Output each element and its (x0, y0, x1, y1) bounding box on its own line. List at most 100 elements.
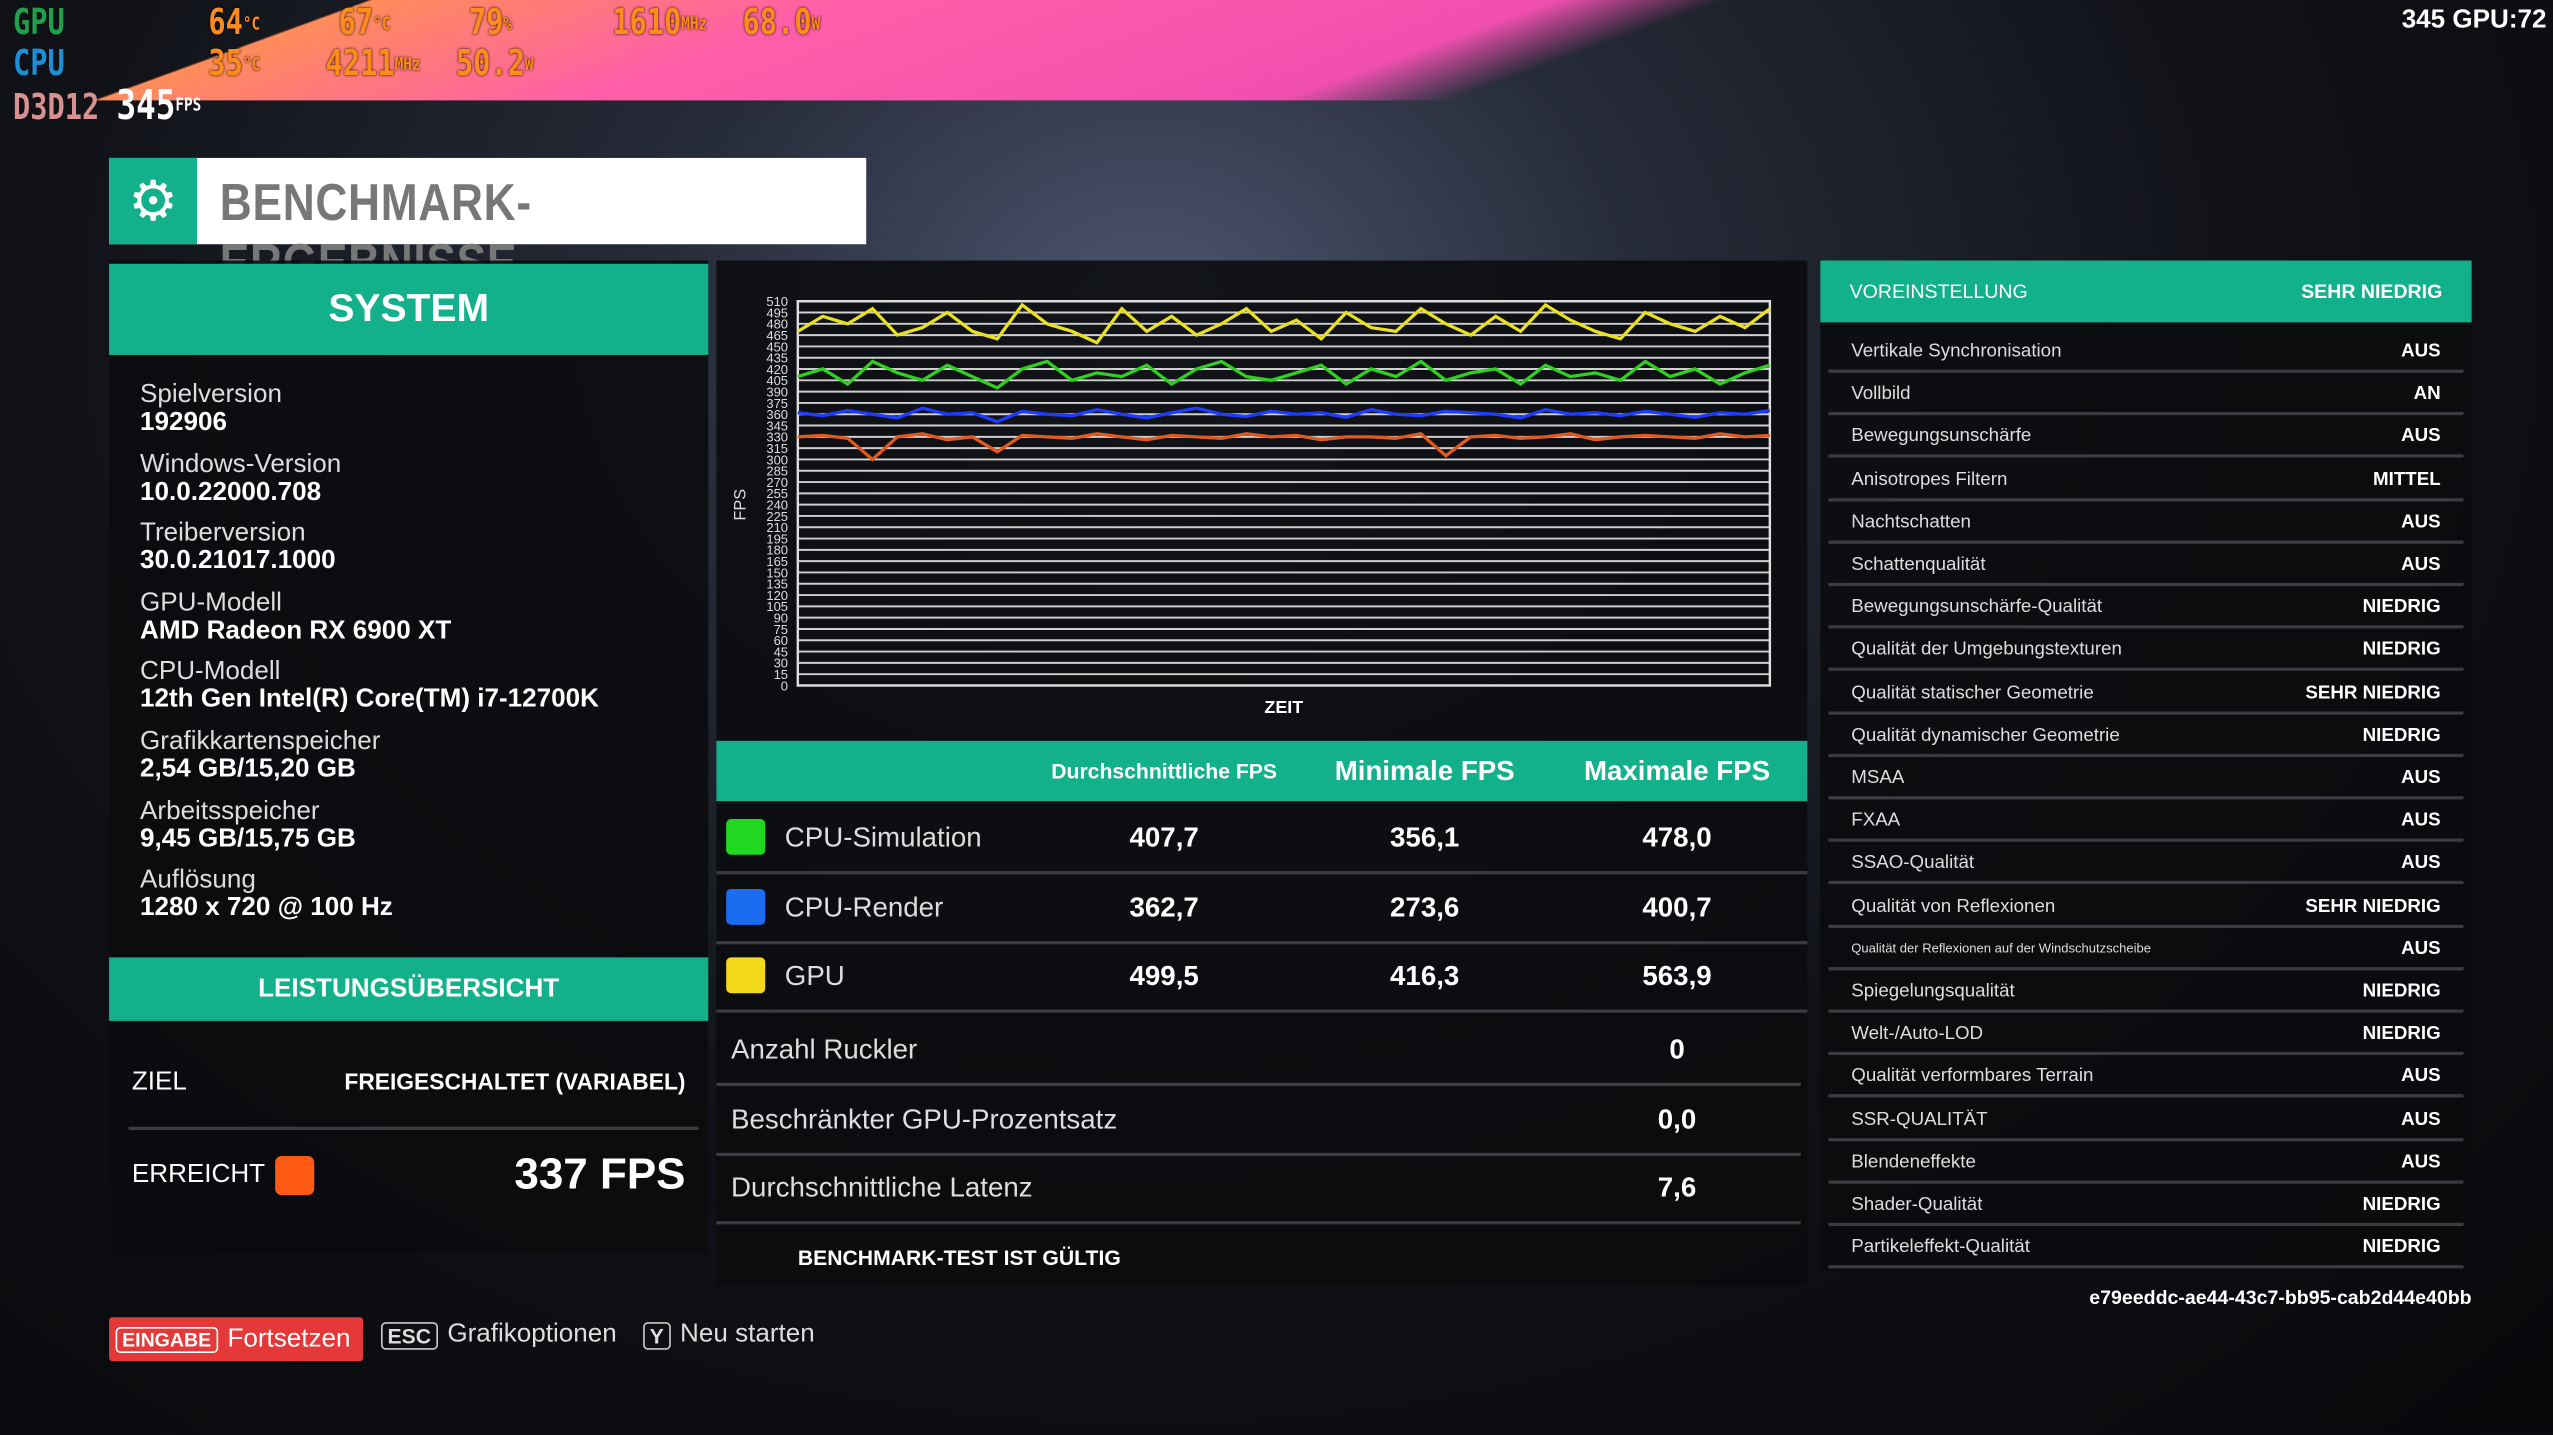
stat-value: 0,0 (1657, 1103, 1697, 1135)
row-max-fps: 478,0 (1642, 822, 1712, 854)
setting-row: Vertikale Synchronisation AUS (1828, 334, 2464, 373)
setting-label: Bewegungsunschärfe-Qualität (1851, 597, 2103, 618)
setting-row: Qualität von Reflexionen SEHR NIEDRIG (1828, 888, 2464, 928)
setting-label: Qualität von Reflexionen (1851, 896, 2056, 917)
stat-row: Anzahl Ruckler 0 (716, 1018, 1801, 1087)
graphics-options-button[interactable]: ESC Grafikoptionen (380, 1320, 617, 1349)
osd-top-right: 345 GPU:72 (2401, 6, 2547, 35)
setting-label: Qualität statischer Geometrie (1851, 683, 2094, 703)
continue-label: Fortsetzen (227, 1324, 351, 1353)
setting-row: Qualität statischer Geometrie SEHR NIEDRI… (1828, 675, 2464, 715)
system-info-value: 12th Gen Intel(R) Core(TM) i7-12700K (140, 686, 599, 714)
setting-label: Spiegelungsqualität (1851, 981, 2015, 1002)
setting-value: NIEDRIG (2362, 981, 2441, 1002)
osd-value: 50.2 (455, 43, 525, 85)
setting-label: FXAA (1851, 811, 1901, 831)
system-info-label: GPU-Modell (140, 589, 282, 617)
system-info-item: Windows-Version 10.0.22000.708 (140, 450, 341, 505)
performance-overlay: GPU 64°C 67°C 79% 1610MHz 68.0W CPU 35°C 4211MH… (13, 3, 820, 128)
table-header: Durchschnittliche FPS Minimale FPS Maxim… (716, 740, 1808, 802)
osd-value: 64 (208, 3, 243, 44)
series-color-swatch (726, 957, 766, 994)
osd-cpu-value: 4211MHz (326, 44, 421, 85)
achieved-label: ERREICHT (131, 1160, 266, 1189)
gear-icon: ⚙ (109, 157, 198, 245)
setting-row: SSR-QUALITÄT AUS (1828, 1102, 2464, 1141)
series-color-swatch (726, 818, 766, 855)
benchmark-id: e79eeddc-ae44-43c7-bb95-cab2d44e40bb (2089, 1286, 2472, 1310)
osd-unit: °C (242, 13, 261, 35)
setting-label: Schattenqualität (1851, 555, 1986, 575)
osd-gpu-value: 68.0W (742, 3, 820, 44)
restart-button[interactable]: Y Neu starten (643, 1320, 815, 1349)
setting-value: NIEDRIG (2362, 597, 2441, 618)
osd-value: 79 (468, 3, 504, 44)
osd-cpu-label: CPU (13, 43, 65, 85)
setting-label: Welt-/Auto-LOD (1851, 1024, 1984, 1044)
osd-value: 68.0 (742, 3, 812, 44)
setting-value: AUS (2401, 811, 2441, 831)
header-min-fps: Minimale FPS (1334, 755, 1515, 787)
setting-label: Blendeneffekte (1851, 1152, 1976, 1172)
system-info-value: 192906 (140, 408, 227, 437)
setting-label: Shader-Qualität (1851, 1195, 1983, 1215)
continue-button[interactable]: EINGABE Fortsetzen (109, 1317, 364, 1362)
osd-value: 67 (338, 3, 374, 44)
achieved-value: 337 FPS (514, 1149, 686, 1199)
page-title-bar: ⚙ BENCHMARK-ERGEBNISSE (109, 157, 867, 291)
restart-label: Neu starten (680, 1320, 815, 1349)
setting-label: Qualität der Umgebungstexturen (1851, 640, 2122, 661)
system-info-value: 10.0.22000.708 (140, 478, 322, 506)
setting-value: NIEDRIG (2362, 1024, 2441, 1044)
setting-label: SSAO-Qualität (1851, 853, 1975, 874)
osd-value: 4211 (325, 43, 395, 85)
setting-label: Bewegungsunschärfe (1851, 427, 2032, 447)
esc-key-hint: ESC (380, 1321, 438, 1349)
system-info-item: Grafikkartenspeicher 2,54 GB/15,20 GB (140, 728, 380, 783)
setting-row: Qualität dynamischer Geometrie NIEDRIG (1828, 718, 2464, 757)
stat-row: Beschränkter GPU-Prozentsatz 0,0 (716, 1087, 1801, 1156)
stat-label: Durchschnittliche Latenz (731, 1172, 1033, 1204)
target-value: FREIGESCHALTET (VARIABEL) (344, 1068, 686, 1095)
osd-gpu-label: GPU (13, 3, 65, 44)
header-avg-fps: Durchschnittliche FPS (1051, 758, 1278, 784)
setting-value: SEHR NIEDRIG (2305, 896, 2441, 917)
setting-row: Bewegungsunschärfe AUS (1828, 419, 2464, 459)
header-max-fps: Maximale FPS (1583, 755, 1771, 787)
x-axis-label: ZEIT (1264, 697, 1303, 717)
system-panel: SYSTEM Spielversion 192906 Windows-Version… (109, 260, 709, 1254)
osd-unit: W (811, 13, 821, 35)
series-line-cpu-simulation (797, 359, 1771, 390)
stat-row: Durchschnittliche Latenz 7,6 (716, 1156, 1801, 1225)
benchmark-valid-status: BENCHMARK-TEST IST GÜLTIG (797, 1245, 1121, 1270)
system-info-value: AMD Radeon RX 6900 XT (140, 616, 452, 645)
setting-value: NIEDRIG (2362, 1237, 2441, 1258)
system-title: SYSTEM (109, 263, 709, 355)
setting-row: Qualität der Umgebungstexturen NIEDRIG (1828, 632, 2464, 672)
system-info-item: Spielversion 192906 (140, 381, 282, 436)
osd-fps-unit: FPS (175, 94, 202, 116)
system-info-label: Grafikkartenspeicher (140, 727, 381, 756)
setting-label: Vertikale Synchronisation (1851, 341, 2062, 362)
setting-value: AUS (2401, 427, 2441, 447)
fps-chart: 0153045607590105120135150165180195210225… (732, 294, 1772, 717)
osd-gpu-value: 1610MHz (612, 3, 707, 44)
row-min-fps: 273,6 (1390, 891, 1460, 923)
setting-value: AN (2413, 384, 2441, 405)
system-info-label: Treiberversion (140, 519, 306, 548)
row-max-fps: 563,9 (1642, 960, 1712, 992)
system-info-item: GPU-Modell AMD Radeon RX 6900 XT (140, 589, 451, 644)
setting-row: Blendeneffekte AUS (1828, 1144, 2464, 1184)
row-avg-fps: 362,7 (1129, 891, 1199, 923)
results-panel: 0 15 30 45 60 75 90 105 120 135 150 165 180 195 210 225… (716, 260, 1808, 1287)
osd-unit: % (503, 13, 513, 35)
setting-value: AUS (2401, 1109, 2441, 1130)
settings-panel: VOREINSTELLUNG SEHR NIEDRIG Vertikale Sy… (1820, 260, 2472, 1270)
osd-gpu-value: 67°C (339, 3, 391, 44)
osd-unit: W (524, 53, 534, 75)
series-color-swatch (726, 888, 766, 925)
setting-row: Qualität verformbares Terrain AUS (1828, 1059, 2464, 1099)
setting-value: AUS (2401, 341, 2441, 362)
setting-value: MITTEL (2373, 469, 2441, 490)
setting-label: Qualität der Reflexionen auf der Windsch… (1851, 941, 2152, 957)
